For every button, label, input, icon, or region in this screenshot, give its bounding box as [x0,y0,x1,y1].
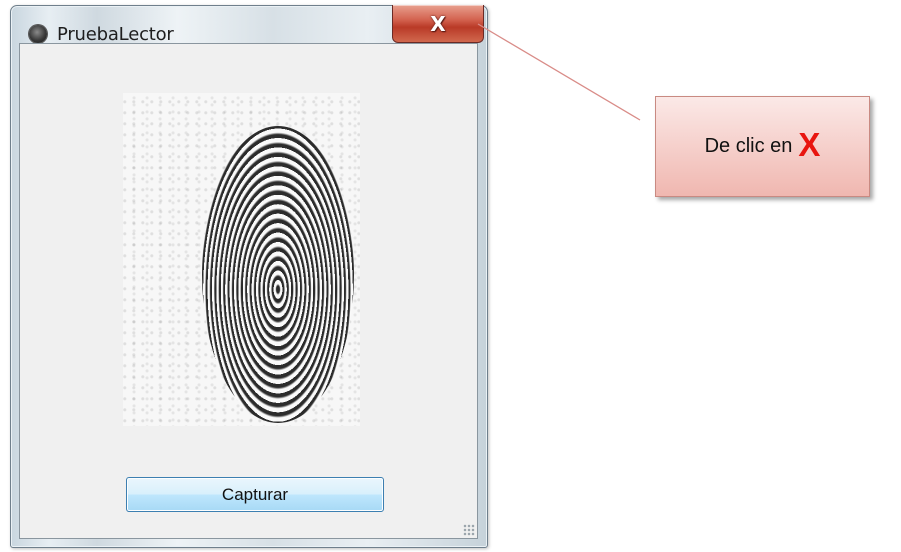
callout-emphasis: X [798,125,821,163]
close-button[interactable]: X [392,5,484,43]
fingerprint-image [123,93,360,426]
close-icon: X [430,11,446,36]
callout-text: De clic en [704,135,793,157]
app-orb-icon[interactable] [29,25,47,43]
window-title: PruebaLector [57,24,174,45]
callout-box: De clic en X [655,96,870,197]
title-bar[interactable]: PruebaLector X [11,5,487,45]
capture-button[interactable]: Capturar [126,477,384,512]
fingerprint-ridges [202,126,354,423]
app-window: PruebaLector X Capturar [10,5,488,548]
resize-grip-icon[interactable] [463,524,475,536]
client-area: Capturar [19,43,478,539]
